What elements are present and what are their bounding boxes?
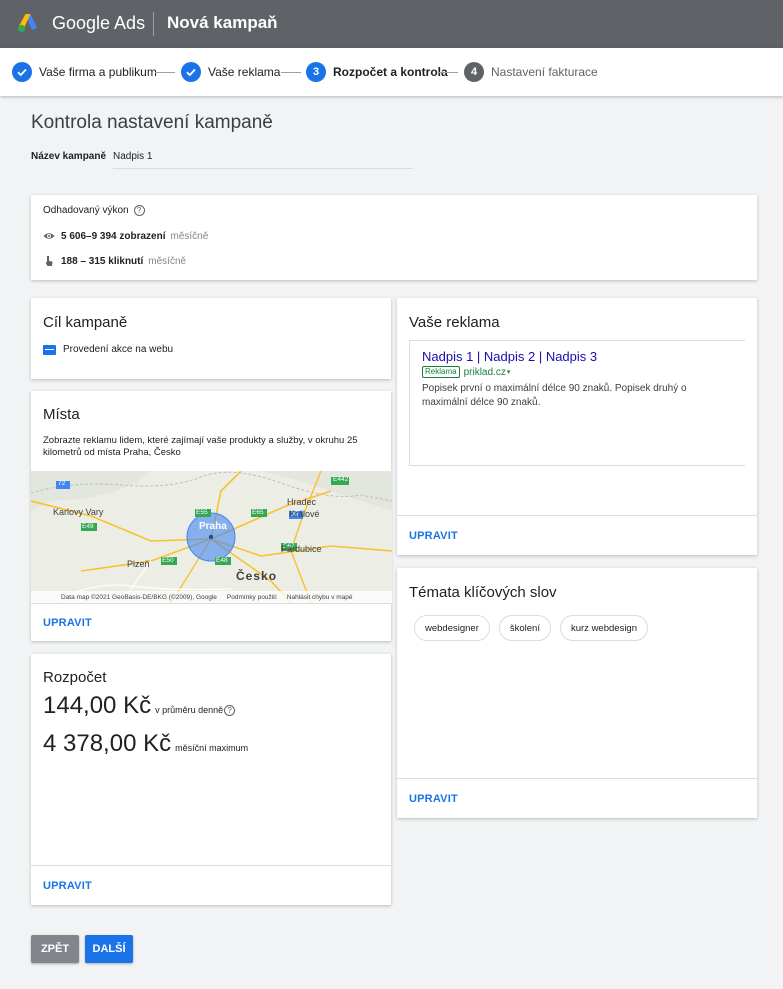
campaign-name-underline [113, 168, 413, 169]
campaign-stepper: Vaše firma a publikum Vaše reklama 3 Roz… [0, 48, 783, 96]
impressions-unit: měsíčně [170, 230, 209, 242]
budget-card: Rozpočet 144,00 Kč v průměru denně ? 4 3… [31, 654, 391, 905]
campaign-goal-value: Provedení akce na webu [63, 344, 174, 355]
budget-daily-suffix: v průměru denně [155, 705, 224, 715]
help-circle-icon[interactable]: ? [133, 205, 145, 216]
caret-down-icon: ▾ [506, 369, 511, 376]
back-button[interactable]: ZPĚT [31, 935, 79, 963]
step-label: Nastavení fakturace [491, 65, 598, 79]
clicks-row: 188 – 315 kliknutí měsíčně [43, 255, 186, 267]
performance-label-text: Odhadovaný výkon [43, 205, 129, 216]
step-label: Vaše reklama [208, 65, 281, 79]
road-label: E50 [162, 557, 174, 564]
road-label: E442 [333, 476, 349, 483]
ad-badge: Reklama [422, 366, 460, 378]
eye-icon [43, 230, 55, 242]
campaign-name-value[interactable]: Nadpis 1 [113, 151, 152, 162]
ad-headline: Nadpis 1 | Nadpis 2 | Nadpis 3 [422, 349, 598, 364]
ad-card: Vaše reklama Nadpis 1 | Nadpis 2 | Nadpi… [397, 298, 757, 555]
page-heading: Nová kampaň [167, 13, 278, 32]
ad-preview: Nadpis 1 | Nadpis 2 | Nadpis 3 Reklama p… [409, 340, 745, 466]
road-label: E55 [196, 509, 208, 516]
road-label: E48 [216, 557, 228, 564]
ad-card-footer: UPRAVIT [397, 515, 757, 555]
step-billing[interactable]: 4 Nastavení fakturace [464, 62, 598, 82]
next-button[interactable]: DALŠÍ [85, 935, 133, 963]
map-label-hradec: Hradec [287, 497, 317, 507]
impressions-row: 5 606–9 394 zobrazení měsíčně [43, 230, 208, 242]
map-label-kralove: Králové [289, 509, 320, 519]
campaign-goal-row: Provedení akce na webu [43, 344, 173, 355]
budget-edit-button[interactable]: UPRAVIT [43, 880, 92, 892]
step-business-audience[interactable]: Vaše firma a publikum [12, 62, 157, 82]
ad-url-text: priklad.cz [463, 366, 506, 378]
campaign-name-label: Název kampaně [31, 151, 107, 162]
performance-card: Odhadovaný výkon ? 5 606–9 394 zobrazení… [31, 195, 757, 280]
check-icon [181, 62, 201, 82]
places-card-footer: UPRAVIT [31, 603, 391, 641]
step-budget-review[interactable]: 3 Rozpočet a kontrola [306, 62, 448, 82]
step-connector [438, 72, 458, 73]
step-label: Rozpočet a kontrola [333, 65, 448, 79]
ad-card-title: Vaše reklama [409, 314, 500, 331]
road-label: E65 [252, 509, 264, 516]
map-label-pardubice: Pardubice [281, 544, 322, 554]
step-label: Vaše firma a publikum [39, 65, 157, 79]
brand-name: Google Ads [52, 13, 146, 33]
budget-monthly-suffix: měsíční maximum [175, 743, 249, 753]
budget-monthly: 4 378,00 Kč měsíční maximum [43, 730, 248, 758]
places-title: Místa [43, 406, 80, 423]
page-title: Kontrola nastavení kampaně [31, 112, 273, 133]
cursor-click-icon [43, 255, 55, 267]
step-your-ad[interactable]: Vaše reklama [181, 62, 280, 82]
keywords-card: Témata klíčových slov webdesigner školen… [397, 568, 757, 818]
keywords-title: Témata klíčových slov [409, 584, 557, 601]
places-description: Zobrazte reklamu lidem, které zajímají v… [43, 435, 358, 458]
budget-daily-value: 144,00 Kč [43, 692, 152, 719]
map-attribution: Data map ©2021 GeoBasis-DE/BKG (©2009), … [31, 591, 392, 603]
step-connector [281, 72, 301, 73]
help-circle-icon[interactable]: ? [224, 705, 236, 716]
step-number: 4 [464, 62, 484, 82]
map-label-praha: Praha [199, 521, 227, 532]
location-map[interactable]: 72 E49 E442 E55 E65 93 E50 E48 E67 Karlo… [31, 471, 392, 603]
keyword-chip[interactable]: školení [498, 615, 551, 641]
campaign-goal-card: Cíl kampaně Provedení akce na webu [31, 298, 391, 379]
campaign-goal-title: Cíl kampaně [43, 314, 128, 331]
map-label-karlovy-vary: Karlovy Vary [53, 507, 104, 517]
map-report-link[interactable]: Nahlásit chybu v mapě [287, 594, 353, 601]
map-data-credit: Data map ©2021 GeoBasis-DE/BKG (©2009), … [61, 593, 217, 601]
road-label: E49 [82, 523, 94, 530]
keyword-chip[interactable]: kurz webdesign [559, 615, 648, 641]
budget-title: Rozpočet [43, 669, 107, 686]
places-edit-button[interactable]: UPRAVIT [43, 617, 92, 629]
budget-daily: 144,00 Kč v průměru denně ? [43, 692, 236, 720]
impressions-value: 5 606–9 394 zobrazení [61, 230, 166, 242]
ad-display-url: Reklama priklad.cz ▾ [422, 366, 510, 378]
keyword-chips: webdesigner školení kurz webdesign [414, 615, 648, 641]
budget-monthly-value: 4 378,00 Kč [43, 730, 172, 757]
header-divider [153, 12, 154, 36]
step-connector [155, 72, 175, 73]
map-label-plzen: Plzeň [127, 559, 150, 569]
map-label-cesko: Česko [236, 569, 278, 583]
clicks-unit: měsíčně [148, 255, 187, 267]
web-action-icon [43, 344, 56, 355]
keyword-chip[interactable]: webdesigner [414, 615, 490, 641]
map-terms-link[interactable]: Podmínky použití [227, 594, 277, 601]
performance-label: Odhadovaný výkon ? [43, 205, 145, 216]
check-icon [12, 62, 32, 82]
clicks-value: 188 – 315 kliknutí [61, 255, 144, 267]
road-label: 72 [58, 480, 66, 487]
ad-description: Popisek první o maximální délce 90 znaků… [422, 383, 687, 408]
step-number: 3 [306, 62, 326, 82]
ad-edit-button[interactable]: UPRAVIT [409, 530, 458, 542]
keywords-edit-button[interactable]: UPRAVIT [409, 793, 458, 805]
top-app-bar: Google Ads Nová kampaň [0, 0, 783, 48]
places-card: Místa Zobrazte reklamu lidem, které zají… [31, 391, 392, 641]
google-ads-logo-icon[interactable] [16, 11, 40, 35]
keywords-card-footer: UPRAVIT [397, 778, 757, 818]
budget-card-footer: UPRAVIT [31, 865, 391, 905]
